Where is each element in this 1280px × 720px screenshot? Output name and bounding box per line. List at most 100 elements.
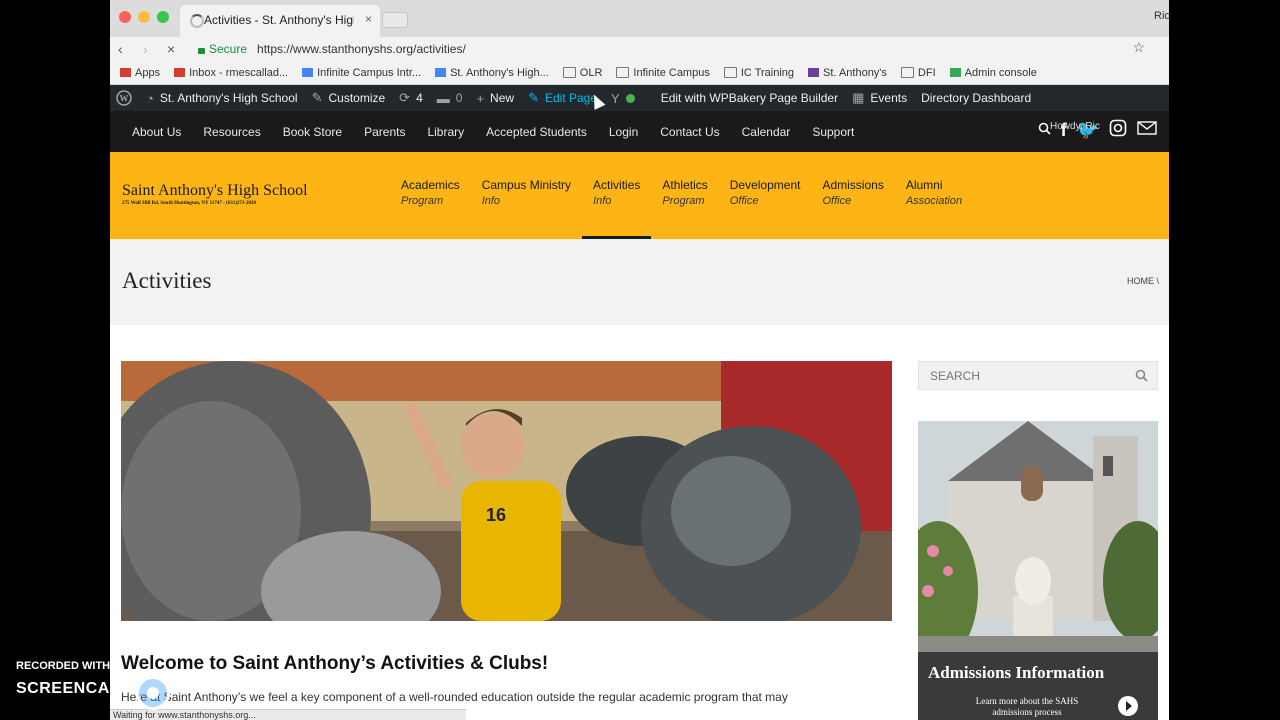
wp-comments-link[interactable]: ▬ 0: [437, 91, 463, 106]
main-nav-label: Campus Ministry: [481, 178, 572, 192]
top-nav-item[interactable]: Contact Us: [649, 125, 730, 139]
directory-dashboard-link[interactable]: Directory Dashboard: [921, 91, 1031, 105]
wp-events-link[interactable]: ▦ Events: [852, 90, 907, 106]
main-nav-sublabel: Info: [593, 195, 612, 207]
secure-label: Secure: [209, 42, 248, 56]
profile-name[interactable]: Ric: [1154, 10, 1169, 22]
top-nav-item[interactable]: Login: [598, 125, 649, 139]
school-building-photo: [918, 421, 1158, 661]
top-nav-item[interactable]: Library: [416, 125, 475, 139]
bookmark-item[interactable]: Inbox - rmescallad...: [174, 67, 288, 79]
main-nav-item[interactable]: Development Office: [719, 152, 812, 239]
forward-icon[interactable]: ›: [143, 41, 148, 57]
watermark-word2: MATIC: [171, 680, 224, 697]
breadcrumb[interactable]: HOME \: [1127, 276, 1159, 286]
bookmark-item[interactable]: DFI: [900, 67, 936, 79]
minimize-window-button[interactable]: [138, 11, 150, 23]
svg-text:16: 16: [486, 505, 506, 525]
tab-strip: Activities - St. Anthony's High × Ric: [110, 0, 1169, 37]
wp-updates-link[interactable]: ⟳ 4: [399, 90, 423, 106]
school-logo[interactable]: Saint Anthony's High School 275 Wolf Hil…: [122, 182, 308, 206]
main-nav-item[interactable]: Alumni Association: [895, 152, 973, 239]
page-title-band: Activities HOME \: [110, 239, 1169, 325]
wpbakery-link[interactable]: Edit with WPBakery Page Builder: [661, 91, 838, 105]
top-nav-item[interactable]: Book Store: [272, 125, 353, 139]
wordpress-logo-icon[interactable]: W: [116, 90, 132, 106]
screencast-watermark: RECORDED WITH SCREENCAST MATIC: [16, 660, 223, 698]
loading-spinner-icon: [190, 14, 204, 28]
bookmark-label: Infinite Campus: [633, 66, 710, 79]
main-nav-item[interactable]: Activities Info: [582, 152, 652, 239]
top-nav-item[interactable]: Accepted Students: [475, 125, 598, 139]
calendar-icon: [435, 68, 447, 77]
yoast-icon: Y: [611, 90, 620, 106]
bookmark-label: St. Anthony's High...: [450, 66, 549, 79]
howdy-user[interactable]: Howdy, Ric: [1050, 121, 1100, 132]
top-nav-item[interactable]: Support: [801, 125, 865, 139]
wp-events-label: Events: [870, 91, 908, 105]
watermark-line1: RECORDED WITH: [16, 660, 111, 672]
page-title: Activities: [122, 268, 212, 293]
apps-grid-icon: [120, 68, 131, 77]
bookmark-item[interactable]: Admin console: [949, 67, 1037, 79]
maximize-window-button[interactable]: [157, 11, 169, 23]
email-icon[interactable]: [1137, 121, 1157, 139]
address-toolbar: ‹ › × Secure https://www.stanthonyshs.org…: [110, 37, 1169, 61]
top-nav-item[interactable]: Parents: [353, 125, 416, 139]
arrow-right-icon[interactable]: [1118, 696, 1138, 716]
main-nav-item[interactable]: Athletics Program: [651, 152, 718, 239]
brush-icon: ✎: [311, 90, 323, 105]
bookmark-star-icon[interactable]: ☆: [1132, 39, 1145, 56]
bookmark-label: Inbox - rmescallad...: [189, 66, 289, 79]
stop-loading-icon[interactable]: ×: [167, 41, 175, 57]
main-nav-label: Development: [729, 178, 801, 192]
dashboard-icon: ◔: [146, 90, 154, 106]
search-icon[interactable]: [1038, 122, 1051, 139]
close-window-button[interactable]: [119, 11, 131, 23]
bookmark-item[interactable]: St. Anthony's: [808, 67, 887, 79]
address-bar[interactable]: Secure https://www.stanthonyshs.org/activ…: [188, 39, 1128, 59]
bookmark-item[interactable]: IC Training: [723, 67, 794, 79]
bookmark-item[interactable]: Infinite Campus: [616, 66, 710, 79]
school-name: Saint Anthony's High School: [122, 182, 308, 199]
close-tab-icon[interactable]: ×: [365, 12, 372, 26]
bookmarks-bar: Apps Inbox - rmescallad... Infinite Campus…: [110, 61, 1169, 85]
top-nav-item[interactable]: About Us: [121, 125, 192, 139]
admissions-promo[interactable]: Admissions Information Learn more about …: [918, 421, 1158, 720]
promo-subtitle: Learn more about the SAHS admissions pro…: [975, 696, 1079, 717]
bookmark-item[interactable]: St. Anthony's High...: [435, 67, 549, 79]
watermark-word1: SCREENCAST: [16, 680, 132, 697]
wp-edit-page-link[interactable]: ✎ Edit Page: [528, 90, 597, 106]
main-nav-label: Alumni: [905, 178, 943, 192]
folder-icon: [562, 67, 576, 78]
updates-icon: ⟳: [399, 90, 411, 105]
bookmark-item[interactable]: OLR: [562, 67, 602, 79]
top-nav-item[interactable]: Resources: [192, 125, 271, 139]
search-placeholder: SEARCH: [930, 369, 981, 383]
promo-caption: Admissions Information Learn more about …: [918, 652, 1158, 720]
bookmark-label: Infinite Campus Intr...: [317, 66, 422, 79]
plus-icon: +: [476, 90, 485, 106]
status-bar: Waiting for www.stanthonyshs.org...: [110, 709, 466, 720]
instagram-icon[interactable]: [1109, 119, 1127, 141]
main-nav-item[interactable]: Campus Ministry Info: [471, 152, 582, 239]
screencast-logo-icon: [136, 676, 170, 710]
wp-customize-link[interactable]: ✎ Customize: [312, 90, 386, 106]
bookmark-item[interactable]: Infinite Campus Intr...: [302, 67, 421, 79]
wp-admin-bar: W ◔ St. Anthony's High School ✎ Customize …: [110, 85, 1169, 111]
main-nav-sublabel: Info: [481, 195, 501, 207]
seo-status-dot: [625, 93, 635, 103]
top-nav-item[interactable]: Calendar: [731, 125, 802, 139]
main-nav-sublabel: Association: [905, 195, 963, 207]
bookmark-item[interactable]: Apps: [120, 67, 160, 79]
back-icon[interactable]: ‹: [118, 41, 123, 57]
main-nav-item[interactable]: Admissions Office: [811, 152, 894, 239]
main-nav-item[interactable]: Academics Program: [390, 152, 471, 239]
sidebar-search-input[interactable]: SEARCH: [918, 361, 1158, 390]
wp-new-link[interactable]: + New: [476, 91, 514, 106]
wp-site-link[interactable]: ◔ St. Anthony's High School: [146, 91, 298, 106]
search-icon[interactable]: [1135, 369, 1148, 387]
browser-tab[interactable]: Activities - St. Anthony's High ×: [180, 5, 380, 37]
yoast-seo-link[interactable]: Y: [611, 91, 635, 106]
new-tab-button[interactable]: [382, 12, 408, 28]
